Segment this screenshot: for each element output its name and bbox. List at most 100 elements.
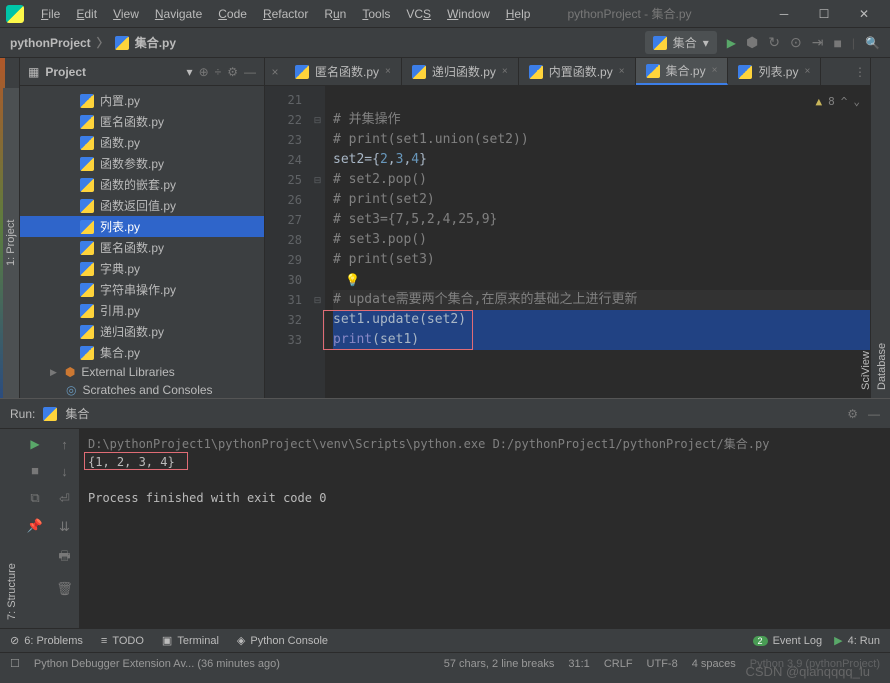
- console-output[interactable]: D:\pythonProject1\pythonProject\venv\Scr…: [80, 429, 890, 628]
- editor-tab[interactable]: 匿名函数.py×: [285, 58, 402, 85]
- project-tree[interactable]: 内置.py匿名函数.py函数.py函数参数.py函数的嵌套.py函数返回值.py…: [20, 86, 264, 398]
- encoding[interactable]: UTF-8: [647, 658, 678, 670]
- breadcrumb-project[interactable]: pythonProject: [10, 36, 91, 50]
- collapse-icon[interactable]: ÷: [215, 65, 222, 79]
- chevron-down-icon[interactable]: ▾: [187, 65, 193, 79]
- trash-icon[interactable]: 🗑: [56, 581, 73, 597]
- tree-file-item[interactable]: 匿名函数.py: [20, 111, 264, 132]
- code-line[interactable]: # print(set1.union(set2)): [333, 130, 870, 150]
- tree-scratches[interactable]: ◎Scratches and Consoles: [20, 381, 264, 398]
- tree-file-item[interactable]: 内置.py: [20, 90, 264, 111]
- hide-icon[interactable]: —: [868, 407, 880, 421]
- target-icon[interactable]: ⊕: [199, 65, 209, 79]
- menu-vcs[interactable]: VCS: [399, 5, 438, 23]
- debug-button[interactable]: ⬢: [746, 34, 758, 51]
- menu-file[interactable]: File: [34, 5, 67, 23]
- menu-code[interactable]: Code: [211, 5, 254, 23]
- code-line[interactable]: # set2.pop(): [333, 170, 870, 190]
- code-line[interactable]: [333, 270, 870, 290]
- problems-tab[interactable]: ⊘ 6: Problems: [10, 634, 83, 647]
- wrap-icon[interactable]: ⏎: [59, 491, 70, 507]
- indent-info[interactable]: 4 spaces: [692, 658, 736, 670]
- breadcrumb-file[interactable]: 集合.py: [135, 34, 176, 51]
- code-line[interactable]: # print(set3): [333, 250, 870, 270]
- tool-tab-project[interactable]: 1: Project: [3, 88, 19, 398]
- hide-icon[interactable]: —: [244, 65, 256, 79]
- menu-window[interactable]: Window: [440, 5, 497, 23]
- code-line[interactable]: # update需要两个集合,在原来的基础之上进行更新: [333, 290, 870, 310]
- tab-close-icon[interactable]: ×: [502, 66, 508, 77]
- menu-view[interactable]: View: [106, 5, 146, 23]
- stop-button[interactable]: ■: [833, 35, 841, 51]
- tree-file-item[interactable]: 函数返回值.py: [20, 195, 264, 216]
- todo-tab[interactable]: ≡ TODO: [101, 635, 144, 647]
- event-log-tab[interactable]: 2 Event Log: [753, 635, 823, 647]
- fold-gutter[interactable]: ⊟ ⊟ ⊟: [310, 86, 325, 398]
- code-line[interactable]: print(set1): [333, 330, 870, 350]
- down-icon[interactable]: ↓: [61, 464, 68, 479]
- code-line[interactable]: set2={2,3,4}: [333, 150, 870, 170]
- code-line[interactable]: # set3.pop(): [333, 230, 870, 250]
- menu-navigate[interactable]: Navigate: [148, 5, 209, 23]
- tool-tab-structure[interactable]: 7: Structure: [4, 459, 20, 628]
- inspection-widget[interactable]: ▲ 8 ^ ⌄: [816, 92, 861, 112]
- print-icon[interactable]: 🖶: [58, 547, 70, 569]
- editor-tab[interactable]: 递归函数.py×: [402, 58, 519, 85]
- tree-file-item[interactable]: 函数参数.py: [20, 153, 264, 174]
- up-icon[interactable]: ↑: [61, 437, 68, 452]
- tab-close-icon[interactable]: ×: [385, 66, 391, 77]
- tree-external-libraries[interactable]: ▶⬢External Libraries: [20, 363, 264, 381]
- code-line[interactable]: set1.update(set2): [333, 310, 870, 330]
- tab-prev-icon[interactable]: ×: [265, 58, 285, 85]
- run-button[interactable]: ▶: [727, 36, 736, 50]
- editor-tab[interactable]: 内置函数.py×: [519, 58, 636, 85]
- tree-file-item[interactable]: 集合.py: [20, 342, 264, 363]
- tool-tab-favorites[interactable]: 2: Favorites: [0, 459, 4, 628]
- code-line[interactable]: # set3={7,5,2,4,25,9}: [333, 210, 870, 230]
- menu-tools[interactable]: Tools: [355, 5, 397, 23]
- code-line[interactable]: # print(set2): [333, 190, 870, 210]
- line-ending[interactable]: CRLF: [604, 658, 633, 670]
- terminal-tab[interactable]: ▣ Terminal: [162, 634, 219, 647]
- code-line[interactable]: # 并集操作: [333, 110, 870, 130]
- stop-button[interactable]: ■: [31, 463, 39, 478]
- tab-close-icon[interactable]: ×: [619, 66, 625, 77]
- layout-icon[interactable]: ⧉: [30, 490, 39, 506]
- close-button[interactable]: ✕: [844, 0, 884, 28]
- run-tab[interactable]: ▶ 4: Run: [834, 634, 880, 647]
- attach-button[interactable]: ⇥: [812, 34, 824, 51]
- menu-help[interactable]: Help: [499, 5, 538, 23]
- gear-icon[interactable]: ⚙: [227, 65, 238, 79]
- menu-run[interactable]: Run: [317, 5, 353, 23]
- maximize-button[interactable]: ☐: [804, 0, 844, 28]
- editor-tab[interactable]: 列表.py×: [728, 58, 821, 85]
- status-icon[interactable]: ☐: [10, 657, 20, 670]
- editor-tab[interactable]: 集合.py×: [636, 58, 729, 85]
- run-config-selector[interactable]: 集合 ▾: [645, 31, 717, 54]
- pin-icon[interactable]: 📌: [27, 518, 43, 534]
- tree-file-item[interactable]: 匿名函数.py: [20, 237, 264, 258]
- tree-file-item[interactable]: 函数的嵌套.py: [20, 174, 264, 195]
- menu-edit[interactable]: Edit: [69, 5, 104, 23]
- tree-file-item[interactable]: 函数.py: [20, 132, 264, 153]
- profile-button[interactable]: ⊙: [790, 34, 802, 51]
- code-line[interactable]: [333, 90, 870, 110]
- tree-file-item[interactable]: 递归函数.py: [20, 321, 264, 342]
- scroll-icon[interactable]: ⇊: [59, 519, 70, 535]
- tree-file-item[interactable]: 列表.py: [20, 216, 264, 237]
- coverage-button[interactable]: ↻: [768, 34, 780, 51]
- minimize-button[interactable]: ─: [764, 0, 804, 28]
- tree-file-item[interactable]: 引用.py: [20, 300, 264, 321]
- rerun-button[interactable]: ▶: [30, 437, 39, 451]
- python-console-tab[interactable]: ◈ Python Console: [237, 634, 328, 647]
- tree-file-item[interactable]: 字符串操作.py: [20, 279, 264, 300]
- menu-refactor[interactable]: Refactor: [256, 5, 315, 23]
- tool-tab-sciview[interactable]: SciView: [858, 68, 874, 398]
- tool-tab-database[interactable]: Database: [874, 68, 890, 398]
- code-editor[interactable]: ▲ 8 ^ ⌄ # 并集操作# print(set1.union(set2))s…: [325, 86, 870, 398]
- gear-icon[interactable]: ⚙: [847, 407, 858, 421]
- tab-close-icon[interactable]: ×: [712, 65, 718, 76]
- tab-close-icon[interactable]: ×: [804, 66, 810, 77]
- tree-file-item[interactable]: 字典.py: [20, 258, 264, 279]
- search-icon[interactable]: 🔍: [865, 36, 880, 50]
